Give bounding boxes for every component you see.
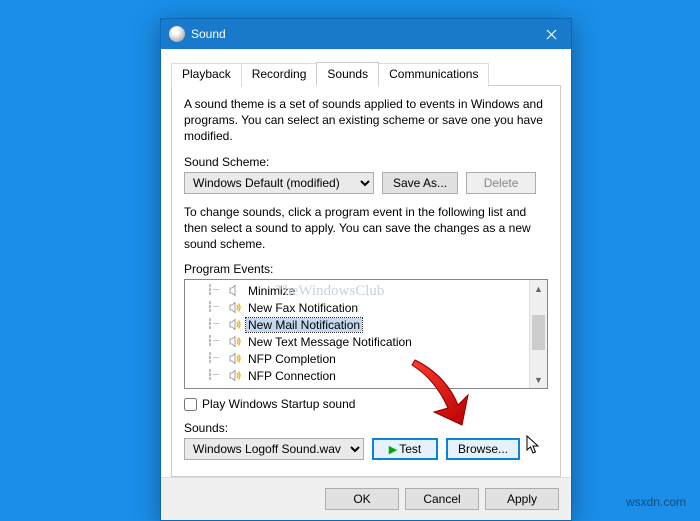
startup-sound-input[interactable] <box>184 398 197 411</box>
tab-strip: Playback Recording Sounds Communications <box>171 61 561 86</box>
browse-button[interactable]: Browse... <box>446 438 520 460</box>
sound-dialog: Sound Playback Recording Sounds Communic… <box>160 18 572 521</box>
window-title: Sound <box>191 27 531 41</box>
scroll-down-icon[interactable]: ▼ <box>530 371 547 388</box>
event-label: NFP Connection <box>246 369 338 383</box>
event-item[interactable]: ┇┄ Minimize <box>185 282 547 299</box>
speaker-sound-icon <box>229 352 242 365</box>
tab-sounds[interactable]: Sounds <box>316 62 379 86</box>
startup-sound-checkbox[interactable]: Play Windows Startup sound <box>184 397 548 411</box>
close-icon <box>546 29 557 40</box>
test-label: Test <box>399 442 421 456</box>
event-label: Minimize <box>246 284 297 298</box>
list-scrollbar[interactable]: ▲ ▼ <box>529 280 547 388</box>
program-events-list[interactable]: TheWindowsClub ┇┄Minimize┇┄New Fax Notif… <box>184 279 548 389</box>
cancel-button[interactable]: Cancel <box>405 488 479 510</box>
event-label: NFP Completion <box>246 352 338 366</box>
sound-app-icon <box>169 26 185 42</box>
tree-glyph: ┇┄ <box>207 353 225 365</box>
attribution-text: wsxdn.com <box>626 495 686 509</box>
test-button[interactable]: ▶Test <box>372 438 438 460</box>
delete-button: Delete <box>466 172 536 194</box>
startup-sound-label: Play Windows Startup sound <box>202 397 355 411</box>
apply-button[interactable]: Apply <box>485 488 559 510</box>
tab-recording[interactable]: Recording <box>241 63 318 87</box>
tab-communications[interactable]: Communications <box>378 63 489 87</box>
event-label: New Fax Notification <box>246 301 360 315</box>
tree-glyph: ┇┄ <box>207 302 225 314</box>
dialog-footer: OK Cancel Apply <box>161 477 571 520</box>
sound-file-combo[interactable]: Windows Logoff Sound.wav <box>184 438 364 460</box>
speaker-sound-icon <box>229 301 242 314</box>
speaker-sound-icon <box>229 318 242 331</box>
event-item[interactable]: ┇┄ New Text Message Notification <box>185 333 547 350</box>
event-item[interactable]: ┇┄ NFP Connection <box>185 367 547 384</box>
speaker-mute-icon <box>229 284 242 297</box>
theme-description: A sound theme is a set of sounds applied… <box>184 96 548 145</box>
event-item[interactable]: ┇┄ NFP Completion <box>185 350 547 367</box>
scheme-combo[interactable]: Windows Default (modified) <box>184 172 374 194</box>
events-label: Program Events: <box>184 262 548 276</box>
scroll-thumb[interactable] <box>532 315 545 350</box>
tab-playback[interactable]: Playback <box>171 63 242 87</box>
speaker-sound-icon <box>229 369 242 382</box>
event-label: New Text Message Notification <box>246 335 414 349</box>
ok-button[interactable]: OK <box>325 488 399 510</box>
sounds-label: Sounds: <box>184 421 548 435</box>
save-as-button[interactable]: Save As... <box>382 172 458 194</box>
change-description: To change sounds, click a program event … <box>184 204 548 253</box>
tree-glyph: ┇┄ <box>207 336 225 348</box>
scheme-label: Sound Scheme: <box>184 155 548 169</box>
play-icon: ▶ <box>389 444 397 456</box>
event-label: New Mail Notification <box>246 318 362 332</box>
event-item[interactable]: ┇┄ New Fax Notification <box>185 299 547 316</box>
event-item[interactable]: ┇┄ New Mail Notification <box>185 316 547 333</box>
sounds-panel: A sound theme is a set of sounds applied… <box>171 86 561 477</box>
titlebar[interactable]: Sound <box>161 19 571 49</box>
tree-glyph: ┇┄ <box>207 319 225 331</box>
tree-glyph: ┇┄ <box>207 285 225 297</box>
speaker-sound-icon <box>229 335 242 348</box>
tree-glyph: ┇┄ <box>207 370 225 382</box>
scroll-up-icon[interactable]: ▲ <box>530 280 547 297</box>
close-button[interactable] <box>531 19 571 49</box>
